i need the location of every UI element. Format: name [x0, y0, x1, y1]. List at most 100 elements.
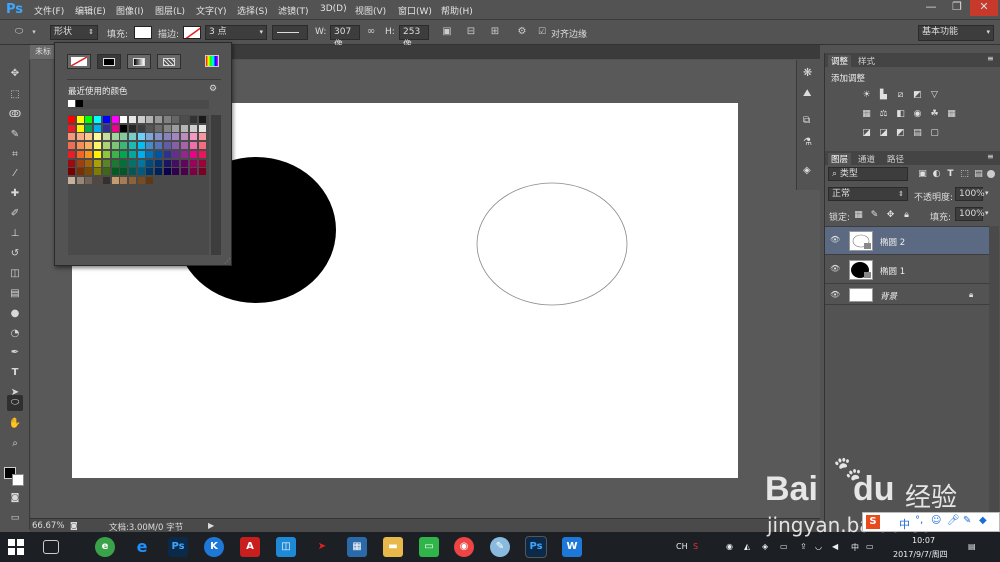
- background-color-swatch[interactable]: [12, 474, 24, 486]
- tab-channels[interactable]: 通道: [858, 153, 875, 165]
- opacity-field[interactable]: 100%: [955, 187, 985, 201]
- skin-icon[interactable]: ◆: [979, 515, 987, 526]
- network-icon[interactable]: ◡: [815, 542, 822, 551]
- eye-icon[interactable]: 👁︎: [830, 290, 840, 299]
- selective-color-icon[interactable]: ▢: [929, 128, 940, 139]
- path-alignment-icon[interactable]: ⊟: [464, 25, 478, 39]
- emoji-icon[interactable]: ☺: [931, 515, 941, 526]
- color-swatch[interactable]: [94, 150, 102, 158]
- ie-icon[interactable]: e: [132, 537, 152, 557]
- color-swatch[interactable]: [155, 159, 162, 167]
- posterize-icon[interactable]: ◪: [878, 128, 889, 139]
- color-swatch[interactable]: [137, 150, 145, 158]
- ime-mode[interactable]: 中: [899, 516, 910, 532]
- color-swatch[interactable]: [68, 150, 75, 158]
- marquee-tool-icon[interactable]: ⬚: [7, 87, 23, 103]
- color-swatch[interactable]: [76, 159, 84, 167]
- menu-filter[interactable]: 滤镜(T): [278, 4, 309, 17]
- color-swatch[interactable]: [181, 133, 189, 141]
- color-swatch[interactable]: [94, 142, 102, 150]
- black-white-icon[interactable]: ◧: [895, 109, 906, 120]
- tab-layers[interactable]: 图层: [828, 153, 852, 165]
- tray-icon[interactable]: ⇪: [800, 542, 807, 551]
- browser-360-icon[interactable]: e: [95, 537, 115, 557]
- photoshop-active-task-icon[interactable]: Ps: [525, 536, 547, 558]
- color-swatch[interactable]: [128, 116, 136, 123]
- color-swatch[interactable]: [94, 133, 102, 141]
- link-icon[interactable]: ∞: [364, 25, 378, 39]
- tab-styles[interactable]: 样式: [858, 55, 875, 67]
- filter-smart-icon[interactable]: ▤: [973, 169, 984, 180]
- chevron-down-icon[interactable]: ▾: [30, 25, 38, 39]
- color-swatch[interactable]: [111, 168, 119, 176]
- color-swatch[interactable]: [68, 124, 75, 132]
- paint-icon[interactable]: ✎: [490, 537, 510, 557]
- exposure-icon[interactable]: ◩: [912, 90, 923, 101]
- color-swatch[interactable]: [102, 116, 110, 123]
- color-swatch[interactable]: [128, 176, 136, 184]
- color-swatch[interactable]: [85, 124, 93, 132]
- color-swatch[interactable]: [181, 150, 189, 158]
- color-swatch[interactable]: [198, 133, 206, 141]
- eyedropper-tool-icon[interactable]: ⁄: [7, 166, 23, 182]
- invert-icon[interactable]: ◪: [861, 128, 872, 139]
- color-swatch[interactable]: [172, 133, 180, 141]
- color-swatch[interactable]: [128, 168, 136, 176]
- color-swatch[interactable]: [146, 168, 154, 176]
- eye-icon[interactable]: 👁︎: [830, 264, 840, 273]
- histogram-icon[interactable]: ⛰: [803, 88, 811, 99]
- color-swatch[interactable]: [85, 176, 93, 184]
- stroke-type-select[interactable]: [272, 25, 308, 40]
- hand-tool-icon[interactable]: ✋: [7, 416, 23, 432]
- kugou-icon[interactable]: K: [204, 537, 224, 557]
- color-swatch[interactable]: [111, 150, 119, 158]
- color-swatch[interactable]: [198, 124, 206, 132]
- color-lookup-icon[interactable]: ▦: [946, 109, 957, 120]
- color-swatch[interactable]: [172, 168, 180, 176]
- pen-tool-icon[interactable]: ✒: [7, 345, 23, 361]
- language-indicator[interactable]: CH: [676, 542, 688, 551]
- color-swatch[interactable]: [181, 142, 189, 150]
- color-swatch[interactable]: [155, 168, 162, 176]
- gradient-button[interactable]: [127, 54, 151, 69]
- color-swatch[interactable]: [137, 168, 145, 176]
- color-swatch[interactable]: [76, 142, 84, 150]
- color-swatch[interactable]: [146, 116, 154, 123]
- color-swatch[interactable]: [85, 142, 93, 150]
- photo-filter-icon[interactable]: ◉: [912, 109, 923, 120]
- color-swatch[interactable]: [102, 133, 110, 141]
- color-swatch[interactable]: [68, 142, 75, 150]
- color-swatch[interactable]: [181, 124, 189, 132]
- color-swatch[interactable]: [120, 150, 128, 158]
- color-swatch[interactable]: [128, 124, 136, 132]
- menu-help[interactable]: 帮助(H): [441, 4, 473, 17]
- screen-mode-icon[interactable]: ▭: [7, 510, 23, 526]
- notification-icon[interactable]: ▤: [968, 542, 976, 551]
- photoshop-task-icon[interactable]: Ps: [168, 537, 188, 557]
- color-swatch[interactable]: [172, 150, 180, 158]
- app-red-icon[interactable]: ➤: [312, 537, 332, 557]
- tab-adjustments[interactable]: 调整: [828, 55, 852, 67]
- gradient-map-icon[interactable]: ▤: [912, 128, 923, 139]
- 3d-icon[interactable]: ◈: [803, 165, 811, 176]
- volume-icon[interactable]: ◀: [832, 542, 838, 551]
- color-swatch[interactable]: [181, 116, 189, 123]
- color-swatch[interactable]: [111, 133, 119, 141]
- color-swatch[interactable]: [198, 168, 206, 176]
- filter-shape-icon[interactable]: ⬚: [959, 169, 970, 180]
- align-edges-checkbox[interactable]: ☑: [537, 25, 547, 39]
- color-swatch[interactable]: [128, 142, 136, 150]
- color-swatch[interactable]: [181, 168, 189, 176]
- color-swatch[interactable]: [146, 176, 154, 184]
- color-swatch[interactable]: [189, 150, 197, 158]
- workspace-select[interactable]: 基本功能 ▾: [918, 25, 994, 41]
- gear-icon[interactable]: ⚙: [209, 84, 217, 94]
- recent-color-swatch[interactable]: [68, 100, 75, 107]
- folder-icon[interactable]: ▬: [383, 537, 403, 557]
- color-swatch[interactable]: [163, 150, 171, 158]
- layer-row-ellipse-2[interactable]: 👁︎ 椭圆 2: [825, 227, 989, 255]
- color-swatch[interactable]: [102, 142, 110, 150]
- color-swatch[interactable]: [111, 124, 119, 132]
- color-swatch[interactable]: [155, 150, 162, 158]
- channel-mixer-icon[interactable]: ☘: [929, 109, 940, 120]
